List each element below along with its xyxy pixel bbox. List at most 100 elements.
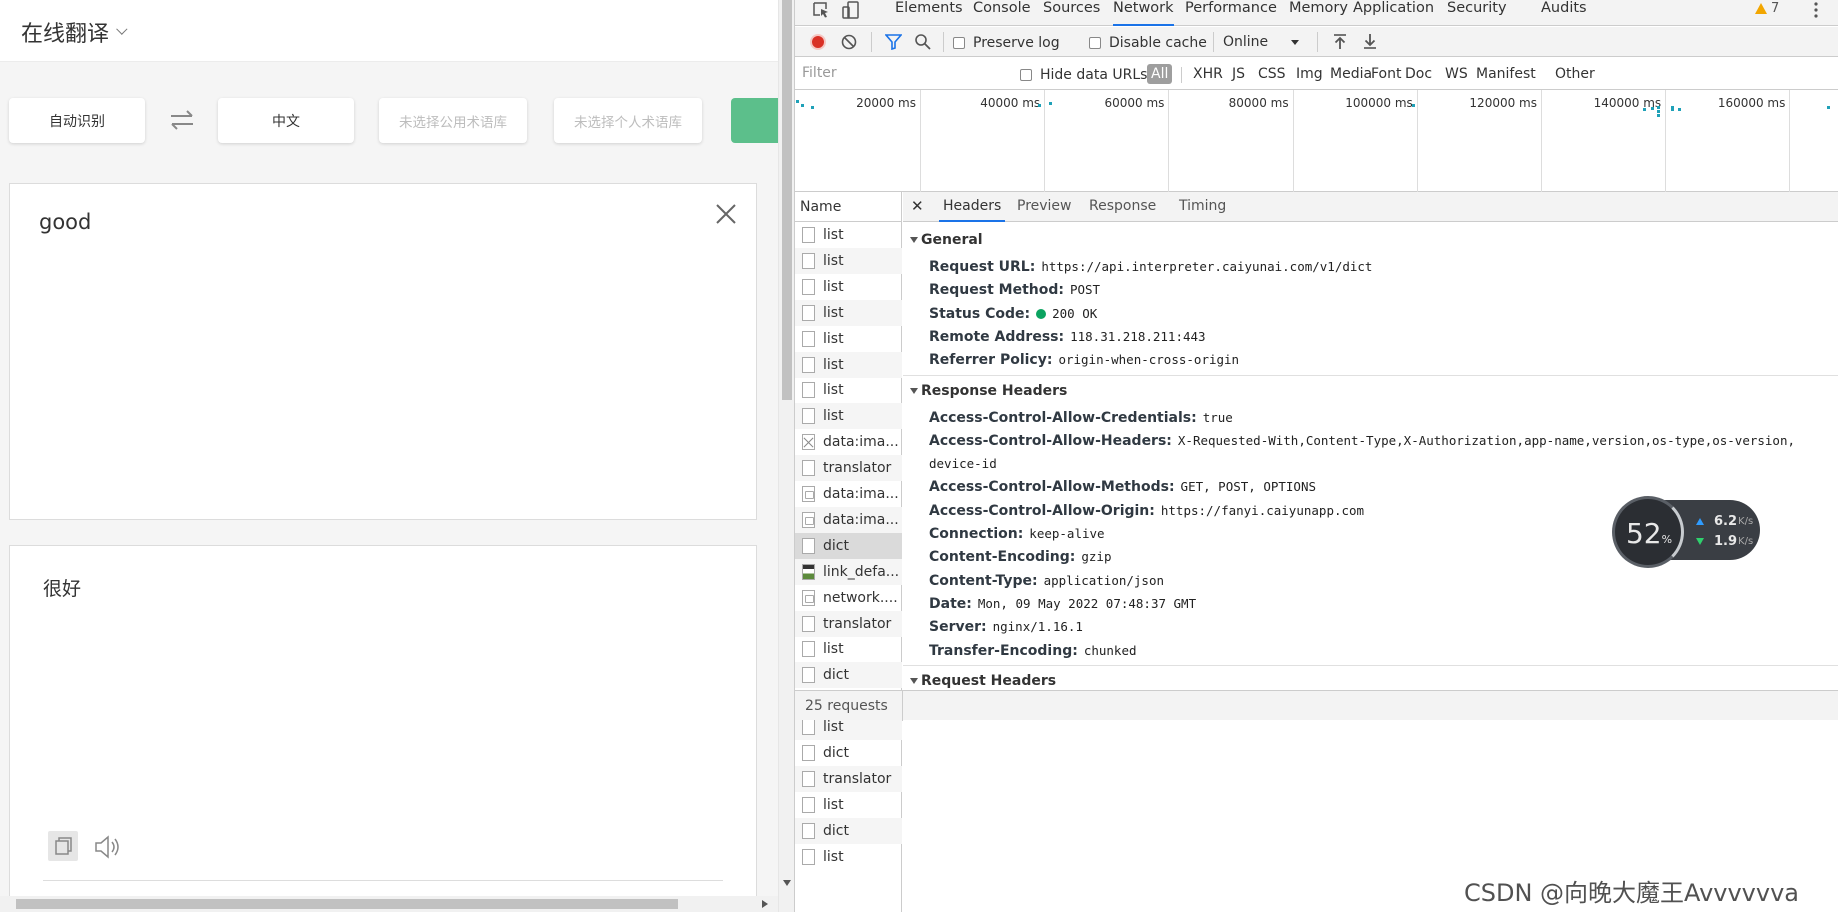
request-row[interactable]: network....: [795, 585, 902, 611]
filter-type-other[interactable]: Other: [1555, 66, 1595, 82]
header-value: https://api.interpreter.caiyunai.com/v1/…: [1041, 259, 1373, 274]
header-row: Access-Control-Allow-Credentials: true: [929, 405, 1829, 431]
filter-type-manifest[interactable]: Manifest: [1476, 66, 1536, 82]
inspect-element-icon[interactable]: [812, 1, 830, 18]
checkbox[interactable]: [1020, 69, 1032, 81]
throttling-select[interactable]: Online: [1223, 34, 1268, 50]
search-icon[interactable]: [914, 33, 931, 50]
section-request_headers[interactable]: Request Headers: [903, 669, 1838, 690]
device-toolbar-icon[interactable]: [842, 1, 860, 19]
header-row: Content-Type: application/json: [929, 568, 1829, 594]
record-icon[interactable]: [810, 34, 826, 50]
filter-type-img[interactable]: Img: [1296, 66, 1323, 82]
request-row[interactable]: translator: [795, 610, 902, 637]
disable-cache-checkbox[interactable]: Disable cache: [1089, 35, 1207, 51]
swap-languages-icon[interactable]: [168, 108, 196, 132]
file-icon: [802, 537, 815, 554]
preserve-log-checkbox[interactable]: Preserve log: [953, 35, 1060, 51]
filter-input[interactable]: [798, 63, 1003, 83]
close-icon[interactable]: [714, 202, 738, 226]
section-response_headers[interactable]: Response Headers: [903, 379, 1838, 403]
scroll-right-icon[interactable]: [762, 900, 768, 908]
tab-performance[interactable]: Performance: [1185, 0, 1277, 26]
export-har-icon[interactable]: [1362, 33, 1378, 50]
request-row[interactable]: list: [795, 403, 902, 430]
speed-unit: K/s: [1738, 536, 1754, 547]
detail-tab-response[interactable]: Response: [1085, 192, 1160, 222]
tab-application[interactable]: Application: [1353, 0, 1434, 26]
tab-memory[interactable]: Memory: [1289, 0, 1348, 26]
chevron-down-icon[interactable]: [1291, 40, 1299, 45]
horizontal-scrollbar[interactable]: [0, 896, 778, 912]
header-row: Transfer-Encoding: chunked: [929, 638, 1829, 664]
network-overview-timeline[interactable]: 20000 ms 40000 ms 60000 ms 80000 ms 100000 m…: [795, 90, 1838, 192]
checkbox[interactable]: [953, 37, 965, 49]
scrollbar-thumb[interactable]: [782, 0, 792, 400]
request-row[interactable]: data:ima...: [795, 481, 902, 507]
app-title-dropdown[interactable]: 在线翻译: [21, 16, 128, 48]
clear-icon[interactable]: [841, 34, 857, 50]
filter-icon[interactable]: [885, 34, 902, 50]
request-row[interactable]: list: [795, 247, 902, 274]
request-row[interactable]: list: [795, 636, 902, 662]
filter-type-js[interactable]: JS: [1232, 66, 1245, 82]
request-row[interactable]: list: [795, 274, 902, 300]
personal-glossary-select[interactable]: 未选择个人术语库: [554, 98, 702, 143]
request-row[interactable]: data:ima...: [795, 429, 902, 455]
request-row[interactable]: list: [795, 351, 902, 378]
request-row[interactable]: list: [795, 844, 902, 870]
request-row[interactable]: dict: [795, 817, 902, 844]
source-language-select[interactable]: 自动识别: [9, 98, 145, 143]
separator: [871, 32, 872, 52]
translate-button[interactable]: [731, 98, 778, 143]
vertical-scrollbar[interactable]: [778, 0, 794, 912]
filter-type-all[interactable]: All: [1147, 64, 1173, 84]
request-row[interactable]: list: [795, 222, 902, 248]
filter-type-xhr[interactable]: XHR: [1193, 66, 1223, 82]
section-general[interactable]: General: [903, 228, 1838, 252]
request-row[interactable]: list: [795, 299, 902, 326]
request-row[interactable]: translator: [795, 765, 902, 792]
tab-console[interactable]: Console: [973, 0, 1031, 26]
filter-type-ws[interactable]: WS: [1445, 66, 1468, 82]
tab-elements[interactable]: Elements: [895, 0, 963, 26]
warning-badge[interactable]: 7: [1755, 1, 1779, 16]
hide-data-urls-checkbox[interactable]: Hide data URLs: [1020, 67, 1147, 83]
request-row[interactable]: translator: [795, 455, 902, 482]
filter-type-media[interactable]: Media: [1330, 66, 1372, 82]
import-har-icon[interactable]: [1332, 33, 1348, 50]
public-glossary-select[interactable]: 未选择公用术语库: [379, 98, 527, 143]
detail-tab-preview[interactable]: Preview: [1013, 192, 1076, 222]
tab-audits[interactable]: Audits: [1541, 0, 1587, 26]
scrollbar-thumb[interactable]: [16, 899, 678, 909]
close-icon[interactable]: ✕: [911, 197, 924, 215]
target-language-select[interactable]: 中文: [218, 98, 354, 143]
separator: [902, 691, 903, 721]
request-row[interactable]: data:ima...: [795, 506, 902, 533]
tab-network[interactable]: Network: [1113, 0, 1174, 26]
request-row[interactable]: list: [795, 792, 902, 818]
tab-security[interactable]: Security: [1447, 0, 1507, 26]
request-row[interactable]: dict: [795, 532, 902, 559]
speaker-icon[interactable]: [93, 834, 121, 860]
tab-sources[interactable]: Sources: [1043, 0, 1100, 26]
source-text-area[interactable]: good: [9, 183, 757, 520]
filter-type-css[interactable]: CSS: [1258, 66, 1286, 82]
request-row[interactable]: list: [795, 377, 902, 403]
request-row[interactable]: dict: [795, 662, 902, 689]
network-speed-widget[interactable]: 52% 6.2 K/s 1.9 K/s: [1612, 496, 1760, 568]
request-row[interactable]: link_defa...: [795, 558, 902, 585]
timeline-tick-label: 20000 ms: [856, 96, 916, 110]
name-column-header[interactable]: Name: [795, 192, 902, 222]
header-row: device-id: [929, 451, 1829, 477]
copy-icon[interactable]: [48, 831, 78, 861]
request-row[interactable]: list: [795, 326, 902, 352]
more-options-icon[interactable]: [1813, 0, 1819, 20]
filter-type-font[interactable]: Font: [1371, 66, 1401, 82]
filter-type-doc[interactable]: Doc: [1405, 66, 1432, 82]
scroll-down-icon[interactable]: [783, 880, 791, 886]
request-row[interactable]: dict: [795, 740, 902, 766]
checkbox[interactable]: [1089, 37, 1101, 49]
detail-tab-timing[interactable]: Timing: [1175, 192, 1230, 222]
detail-tab-headers[interactable]: Headers: [939, 192, 1006, 222]
